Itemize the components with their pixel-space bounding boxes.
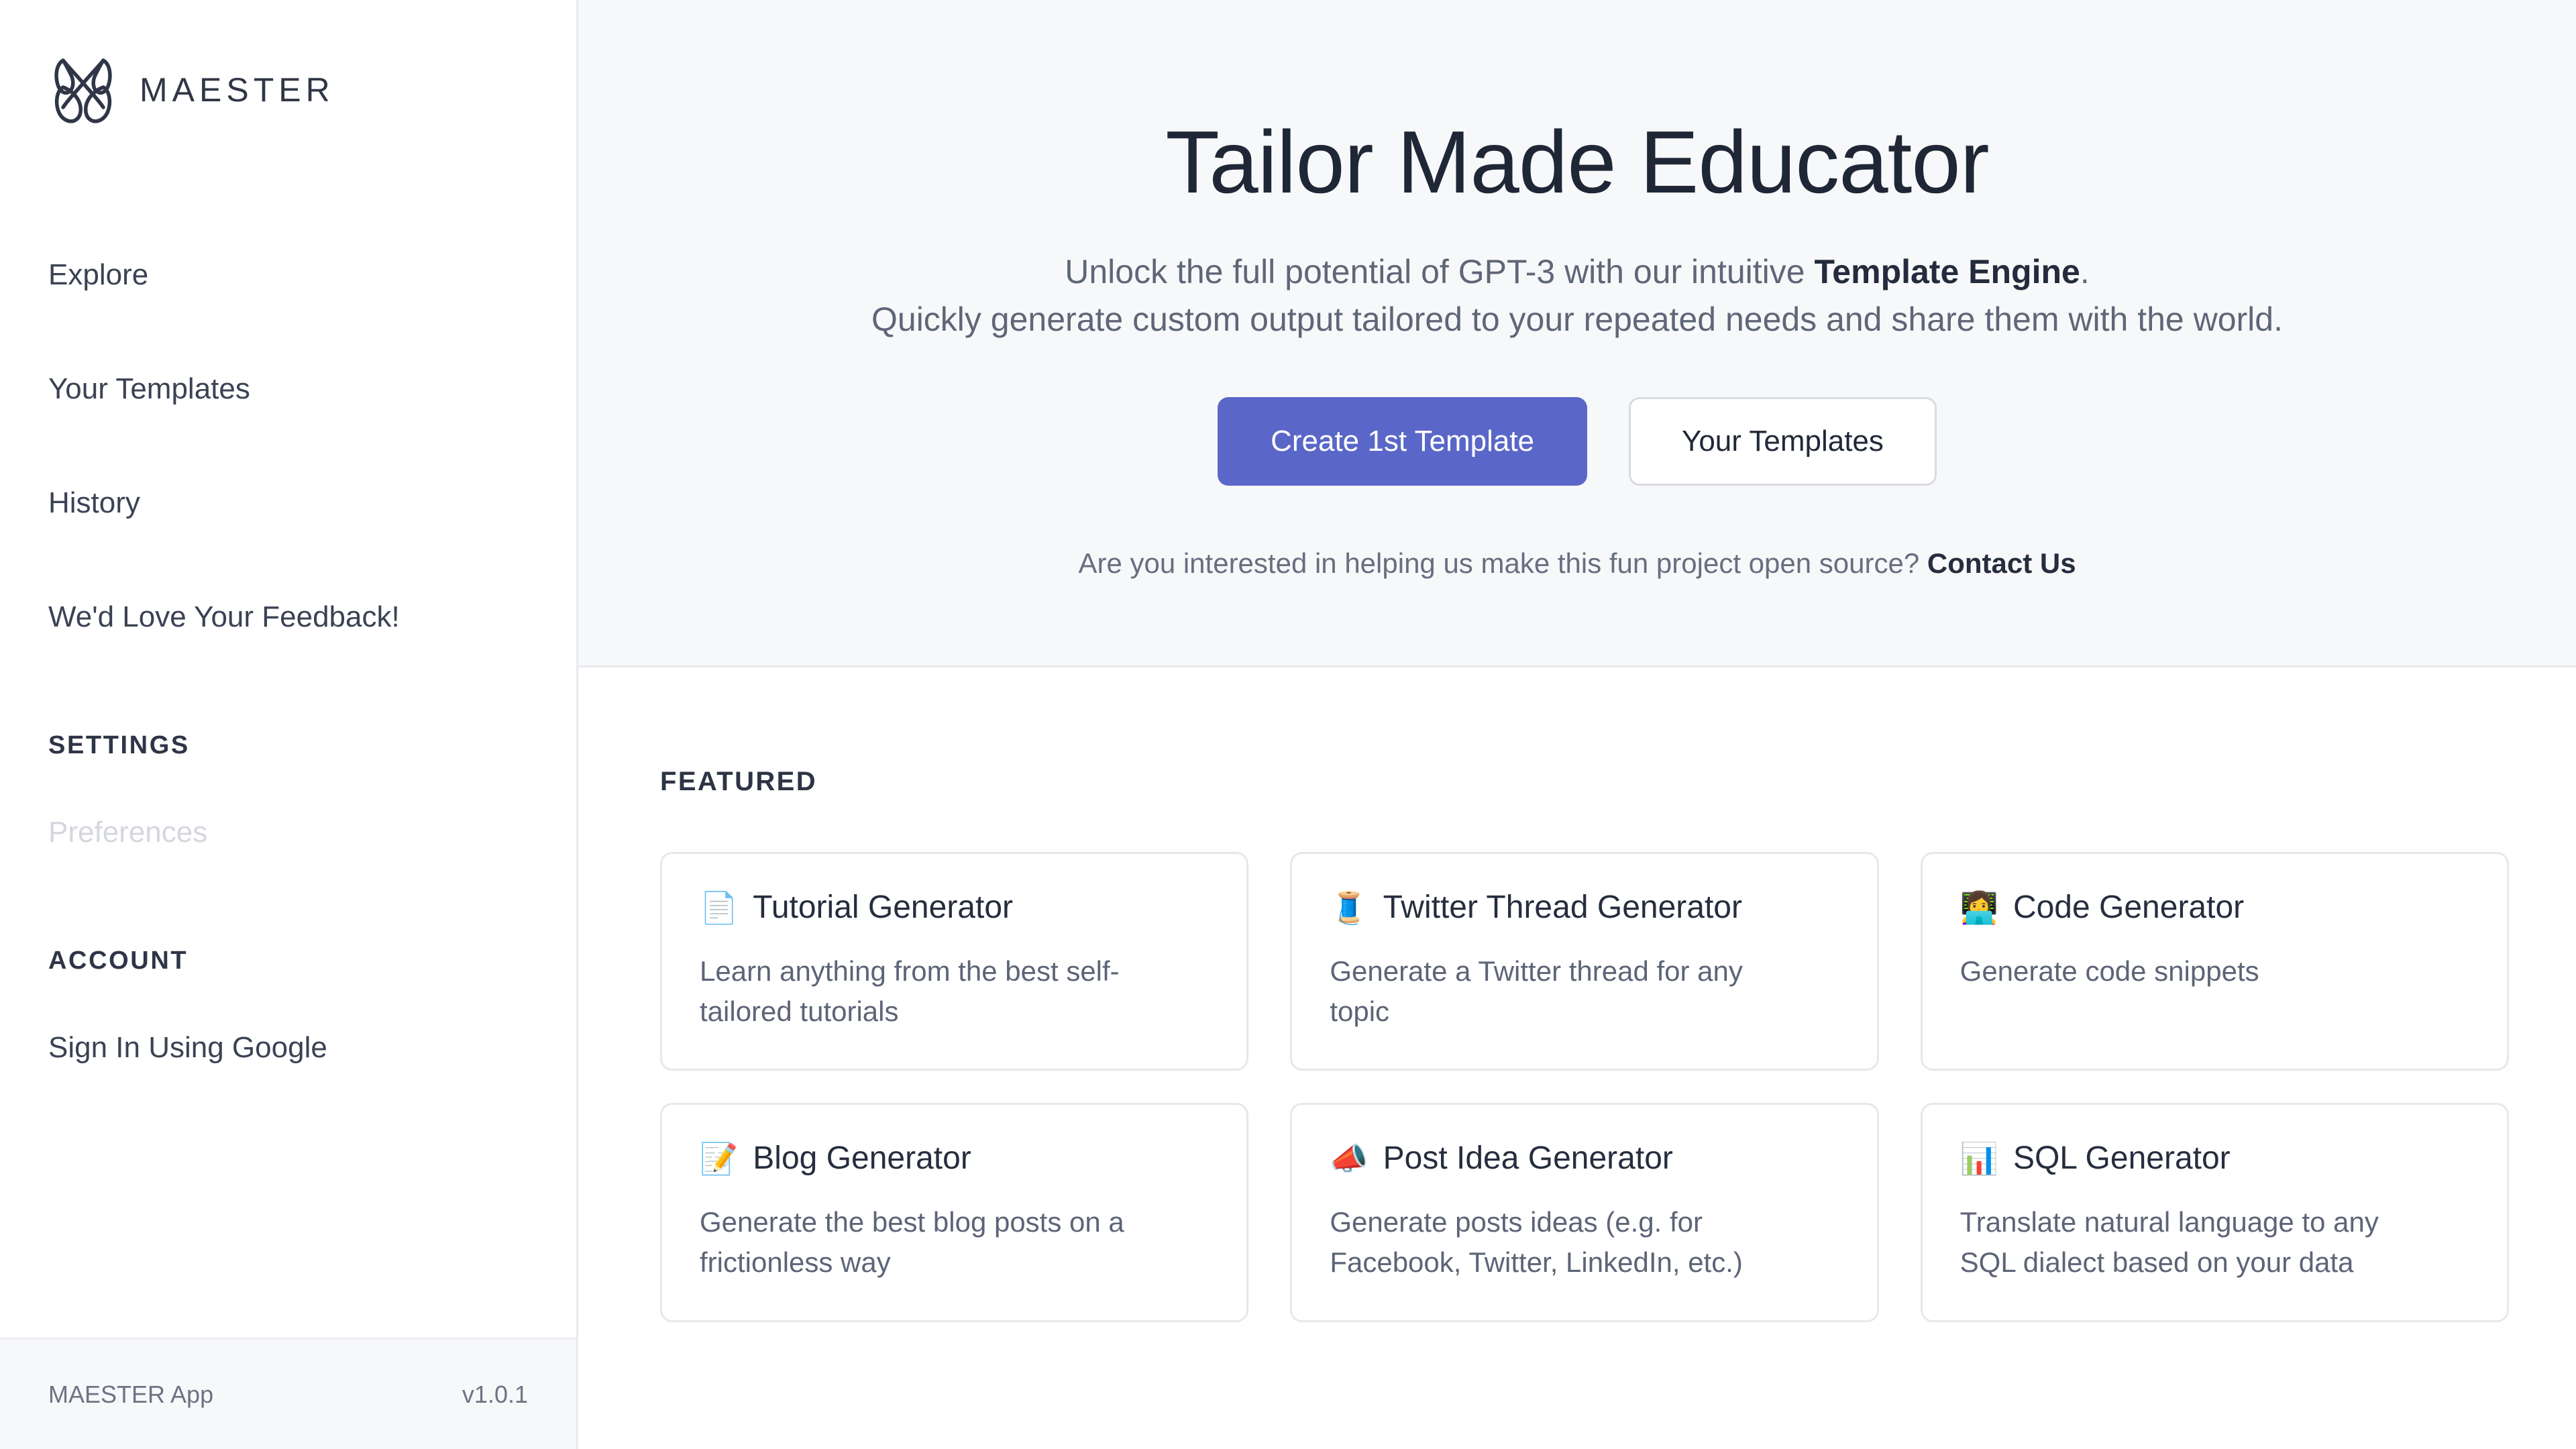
template-card-head: 📣 Post Idea Generator [1330, 1140, 1839, 1177]
template-card-head: 📊 SQL Generator [1960, 1140, 2469, 1177]
create-first-template-button[interactable]: Create 1st Template [1218, 397, 1588, 486]
template-card[interactable]: 📊 SQL Generator Translate natural langua… [1920, 1103, 2509, 1322]
template-card-title: Tutorial Generator [753, 890, 1014, 925]
sidebar-nav-area: MAESTER Explore Your Templates History W… [0, 0, 576, 1338]
template-card[interactable]: 📣 Post Idea Generator Generate posts ide… [1290, 1103, 1879, 1322]
hero-subtitle-line-1: Unlock the full potential of GPT-3 with … [578, 248, 2576, 296]
footer-app-name: MAESTER App [48, 1380, 214, 1408]
template-card[interactable]: 👩‍💻 Code Generator Generate code snippet… [1920, 852, 2509, 1071]
template-card-description: Generate code snippets [1960, 955, 2259, 987]
featured-section-label: FEATURED [660, 767, 818, 796]
open-source-note-text: Are you interested in helping us make th… [1078, 547, 1920, 579]
template-card-description: Learn anything from the best self-tailor… [700, 955, 1120, 1027]
template-card-description: Generate the best blog posts on a fricti… [700, 1206, 1124, 1278]
template-card[interactable]: 📝 Blog Generator Generate the best blog … [660, 1103, 1249, 1322]
sidebar-item-preferences: Preferences [48, 816, 208, 849]
template-card[interactable]: 📄 Tutorial Generator Learn anything from… [660, 852, 1249, 1071]
hero-subtitle-line-2: Quickly generate custom output tailored … [871, 301, 2283, 338]
template-card-head: 👩‍💻 Code Generator [1960, 889, 2469, 926]
template-card-title: Post Idea Generator [1383, 1140, 1673, 1177]
hero-subtitle-line-1-suffix: . [2080, 253, 2090, 290]
app-root: MAESTER Explore Your Templates History W… [0, 0, 2576, 1449]
sidebar-item-feedback[interactable]: We'd Love Your Feedback! [48, 602, 528, 632]
hero-subtitle-highlight: Template Engine [1814, 253, 2080, 290]
template-card-title: Twitter Thread Generator [1383, 890, 1742, 925]
template-card-title: Code Generator [2012, 890, 2245, 925]
hero-subtitle-line-1-prefix: Unlock the full potential of GPT-3 with … [1065, 253, 1815, 290]
template-card[interactable]: 🧵 Twitter Thread Generator Generate a Tw… [1290, 852, 1879, 1071]
featured-inner: FEATURED 📄 Tutorial Generator Learn anyt… [578, 767, 2576, 1322]
sidebar-section-account-label: ACCOUNT [48, 947, 189, 975]
sidebar-item-sign-in-google[interactable]: Sign In Using Google [48, 1033, 528, 1063]
template-card-head: 📝 Blog Generator [700, 1140, 1209, 1177]
hero-section: Tailor Made Educator Unlock the full pot… [578, 0, 2576, 667]
template-card-head: 🧵 Twitter Thread Generator [1330, 889, 1839, 926]
template-card-title: Blog Generator [753, 1140, 971, 1177]
template-card-description: Generate a Twitter thread for any topic [1330, 955, 1743, 1027]
maester-knot-logo-icon [54, 58, 112, 123]
sidebar-item-history[interactable]: History [48, 488, 528, 518]
technologist-icon: 👩‍💻 [1960, 889, 1998, 926]
sidebar-item-your-templates[interactable]: Your Templates [48, 374, 528, 404]
brand[interactable]: MAESTER [48, 0, 528, 127]
page-title: Tailor Made Educator [1165, 113, 1989, 211]
your-templates-button[interactable]: Your Templates [1629, 397, 1937, 486]
footer-version: v1.0.1 [462, 1380, 528, 1408]
primary-nav: Explore Your Templates History We'd Love… [48, 260, 528, 1063]
page-facing-up-icon: 📄 [700, 889, 739, 926]
sidebar-item-explore[interactable]: Explore [48, 260, 528, 290]
sidebar: MAESTER Explore Your Templates History W… [0, 0, 578, 1449]
featured-card-grid: 📄 Tutorial Generator Learn anything from… [660, 852, 2509, 1322]
sidebar-footer: MAESTER App v1.0.1 [0, 1338, 576, 1449]
main-content: Tailor Made Educator Unlock the full pot… [578, 0, 2576, 1449]
template-card-head: 📄 Tutorial Generator [700, 889, 1209, 926]
brand-name: MAESTER [140, 71, 335, 109]
hero-subtitle: Unlock the full potential of GPT-3 with … [578, 248, 2576, 343]
megaphone-icon: 📣 [1330, 1140, 1368, 1177]
thread-spool-icon: 🧵 [1330, 889, 1368, 926]
bar-chart-icon: 📊 [1960, 1140, 1998, 1177]
open-source-note: Are you interested in helping us make th… [578, 547, 2576, 580]
template-card-description: Generate posts ideas (e.g. for Facebook,… [1330, 1206, 1743, 1278]
template-card-title: SQL Generator [2012, 1140, 2231, 1177]
featured-section: FEATURED 📄 Tutorial Generator Learn anyt… [578, 667, 2576, 1449]
hero-actions: Create 1st Template Your Templates [578, 397, 2576, 486]
sidebar-section-settings-label: SETTINGS [48, 731, 190, 759]
contact-us-link[interactable]: Contact Us [1927, 547, 2076, 579]
memo-icon: 📝 [700, 1140, 739, 1177]
template-card-description: Translate natural language to any SQL di… [1960, 1206, 2379, 1278]
